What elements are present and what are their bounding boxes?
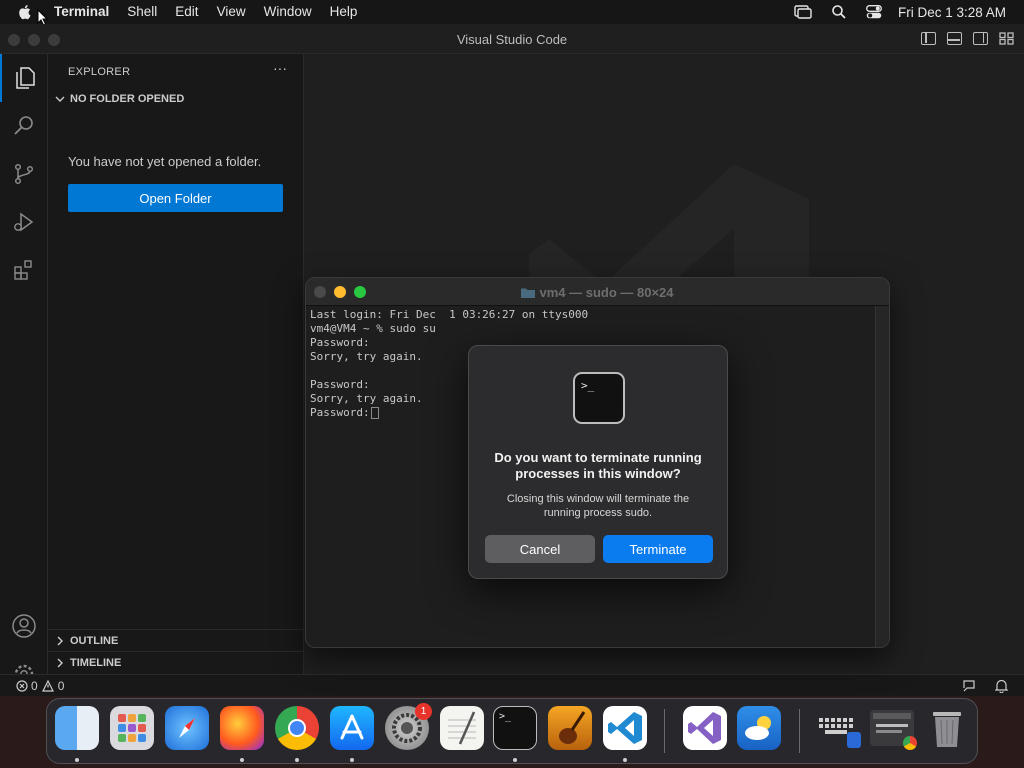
explorer-sidebar: EXPLORER ··· NO FOLDER OPENED You have n… (48, 54, 304, 674)
toggle-secondary-sidebar-icon[interactable] (973, 32, 988, 45)
run-debug-icon (14, 212, 34, 232)
source-control-activity[interactable] (0, 150, 48, 198)
search-icon (14, 116, 33, 135)
customize-layout-icon[interactable] (999, 32, 1014, 45)
status-bar: 0 0 (0, 674, 1024, 696)
extensions-activity[interactable] (0, 246, 48, 294)
extensions-icon (14, 260, 32, 280)
spotlight-search-icon[interactable] (832, 5, 846, 19)
visual-studio-icon[interactable] (683, 706, 727, 750)
outline-section[interactable]: OUTLINE (52, 630, 302, 652)
feedback-icon[interactable] (962, 679, 976, 696)
account-icon (12, 614, 36, 638)
vscode-titlebar: Visual Studio Code (0, 24, 1024, 54)
launchpad-icon[interactable] (110, 706, 154, 750)
terminal-scrollbar[interactable] (875, 306, 889, 647)
outline-section-label: OUTLINE (70, 635, 119, 647)
terminal-title-text: vm4 — sudo — 80×24 (539, 285, 674, 300)
terminal-title: vm4 — sudo — 80×24 (306, 285, 889, 300)
vscode-dock-icon[interactable] (603, 706, 647, 750)
chevron-down-icon (55, 96, 65, 102)
folder-icon (521, 288, 536, 298)
source-control-icon (14, 163, 34, 185)
notifications-bell-icon[interactable] (994, 679, 1009, 696)
accounts-activity[interactable] (0, 602, 48, 650)
safari-icon[interactable] (165, 706, 209, 750)
screen-mirroring-icon[interactable] (794, 5, 812, 19)
dialog-heading: Do you want to terminate running process… (494, 450, 702, 481)
terminal-line: Password: (310, 406, 370, 419)
warning-icon (41, 679, 54, 692)
dock-separator (664, 709, 665, 753)
no-folder-section-label: NO FOLDER OPENED (70, 93, 185, 105)
chevron-right-icon (57, 658, 63, 668)
garageband-icon[interactable] (548, 706, 592, 750)
run-debug-activity[interactable] (0, 198, 48, 246)
cancel-button[interactable]: Cancel (485, 535, 595, 563)
running-indicator (623, 758, 627, 762)
control-center-icon[interactable] (866, 5, 882, 19)
chrome-window-thumbnail[interactable] (870, 710, 917, 750)
menu-window[interactable]: Window (255, 0, 321, 24)
running-indicator (513, 758, 517, 762)
warning-count: 0 (57, 678, 65, 693)
running-indicator (295, 758, 299, 762)
files-icon (16, 67, 35, 89)
terminal-dock-icon[interactable]: >_ (493, 706, 537, 750)
terminate-alert-dialog: >_ Do you want to terminate running proc… (468, 345, 728, 579)
app-store-icon[interactable] (330, 706, 374, 750)
trash-icon[interactable] (925, 706, 969, 750)
activity-bar: 1 (0, 54, 48, 692)
running-indicator (75, 758, 79, 762)
terminal-line: vm4@VM4 ~ % sudo su (310, 322, 436, 335)
toggle-panel-icon[interactable] (947, 32, 962, 45)
explorer-header: EXPLORER (68, 66, 131, 78)
terminate-button[interactable]: Terminate (603, 535, 713, 563)
finder-icon[interactable] (55, 706, 99, 750)
chevron-right-icon (57, 636, 63, 646)
password-key-icon (370, 407, 379, 419)
no-folder-section[interactable]: NO FOLDER OPENED (52, 88, 302, 110)
error-icon (16, 679, 28, 692)
textedit-icon[interactable] (440, 706, 484, 750)
timeline-section-label: TIMELINE (70, 657, 122, 669)
search-activity[interactable] (0, 102, 48, 150)
running-indicator (350, 758, 354, 762)
menu-help[interactable]: Help (321, 0, 367, 24)
notification-badge: 1 (415, 703, 432, 720)
more-actions-button[interactable]: ··· (273, 60, 287, 76)
weather-icon[interactable] (737, 706, 781, 750)
error-count: 0 (31, 678, 38, 693)
terminal-line: Last login: Fri Dec 1 03:26:27 on ttys00… (310, 308, 589, 321)
toggle-primary-sidebar-icon[interactable] (921, 32, 936, 45)
menu-view[interactable]: View (208, 0, 255, 24)
menu-terminal[interactable]: Terminal (52, 0, 118, 24)
chrome-icon[interactable] (275, 706, 319, 750)
apple-icon (19, 5, 31, 20)
dialog-message: Closing this window will terminate the r… (506, 493, 690, 519)
menu-edit[interactable]: Edit (166, 0, 207, 24)
keyboard-viewer-icon[interactable] (817, 706, 861, 750)
terminal-app-icon: >_ (573, 372, 625, 424)
explorer-activity[interactable] (0, 54, 48, 102)
problems-indicator[interactable]: 0 0 (16, 679, 64, 693)
vscode-window-title: Visual Studio Code (456, 32, 568, 47)
terminal-titlebar: vm4 — sudo — 80×24 (306, 278, 889, 306)
open-folder-button[interactable]: Open Folder (68, 184, 283, 212)
menu-shell[interactable]: Shell (118, 0, 166, 24)
terminal-prompt-glyph: >_ (581, 379, 595, 392)
running-indicator (240, 758, 244, 762)
no-folder-message: You have not yet opened a folder. (68, 154, 262, 169)
firefox-icon[interactable] (220, 706, 264, 750)
dock: 1 >_ (46, 698, 978, 764)
menubar-clock[interactable]: Fri Dec 1 3:28 AM (898, 5, 1006, 20)
dock-separator (799, 709, 800, 753)
menu-bar: Terminal Shell Edit View Window Help Fri… (0, 0, 1024, 26)
timeline-section[interactable]: TIMELINE (52, 652, 302, 674)
